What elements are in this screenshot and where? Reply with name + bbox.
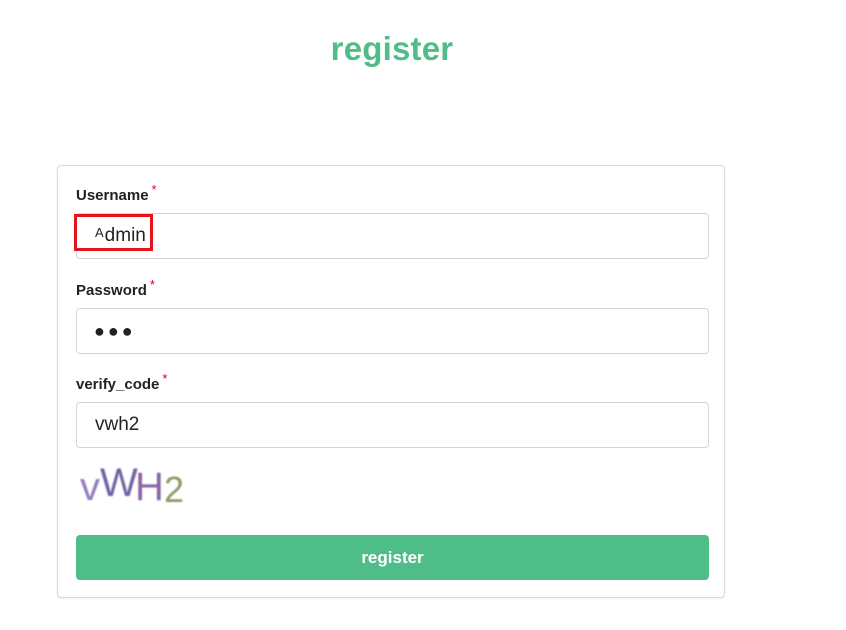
captcha-image[interactable]: v W H 2 xyxy=(78,458,198,510)
verify-code-input[interactable]: vwh2 xyxy=(76,402,709,448)
captcha-text-2: 2 xyxy=(164,469,184,510)
required-mark: * xyxy=(151,182,157,197)
verify-code-value: vwh2 xyxy=(95,414,140,435)
required-mark: * xyxy=(149,277,155,292)
verify-code-label-text: verify_code xyxy=(76,376,160,393)
username-value: dmin xyxy=(104,225,146,246)
password-label: Password * xyxy=(76,277,155,299)
username-label-text: Username xyxy=(76,187,149,204)
required-mark: * xyxy=(162,371,168,386)
captcha-text-w: W xyxy=(100,461,138,505)
register-button[interactable]: register xyxy=(76,535,709,580)
password-value: ●●● xyxy=(94,321,136,341)
username-label: Username * xyxy=(76,182,157,204)
captcha-text-v: v xyxy=(80,465,100,509)
page-title: register xyxy=(330,30,454,67)
captcha-text-h: H xyxy=(135,465,164,509)
username-input[interactable]: Admin xyxy=(76,213,709,259)
username-value-prefix: A xyxy=(95,225,104,240)
password-input[interactable]: ●●● xyxy=(76,308,709,354)
register-form: Username * Admin Password * ●●● verify_cod… xyxy=(57,165,725,598)
verify-code-label: verify_code * xyxy=(76,371,167,393)
password-label-text: Password xyxy=(76,282,147,299)
